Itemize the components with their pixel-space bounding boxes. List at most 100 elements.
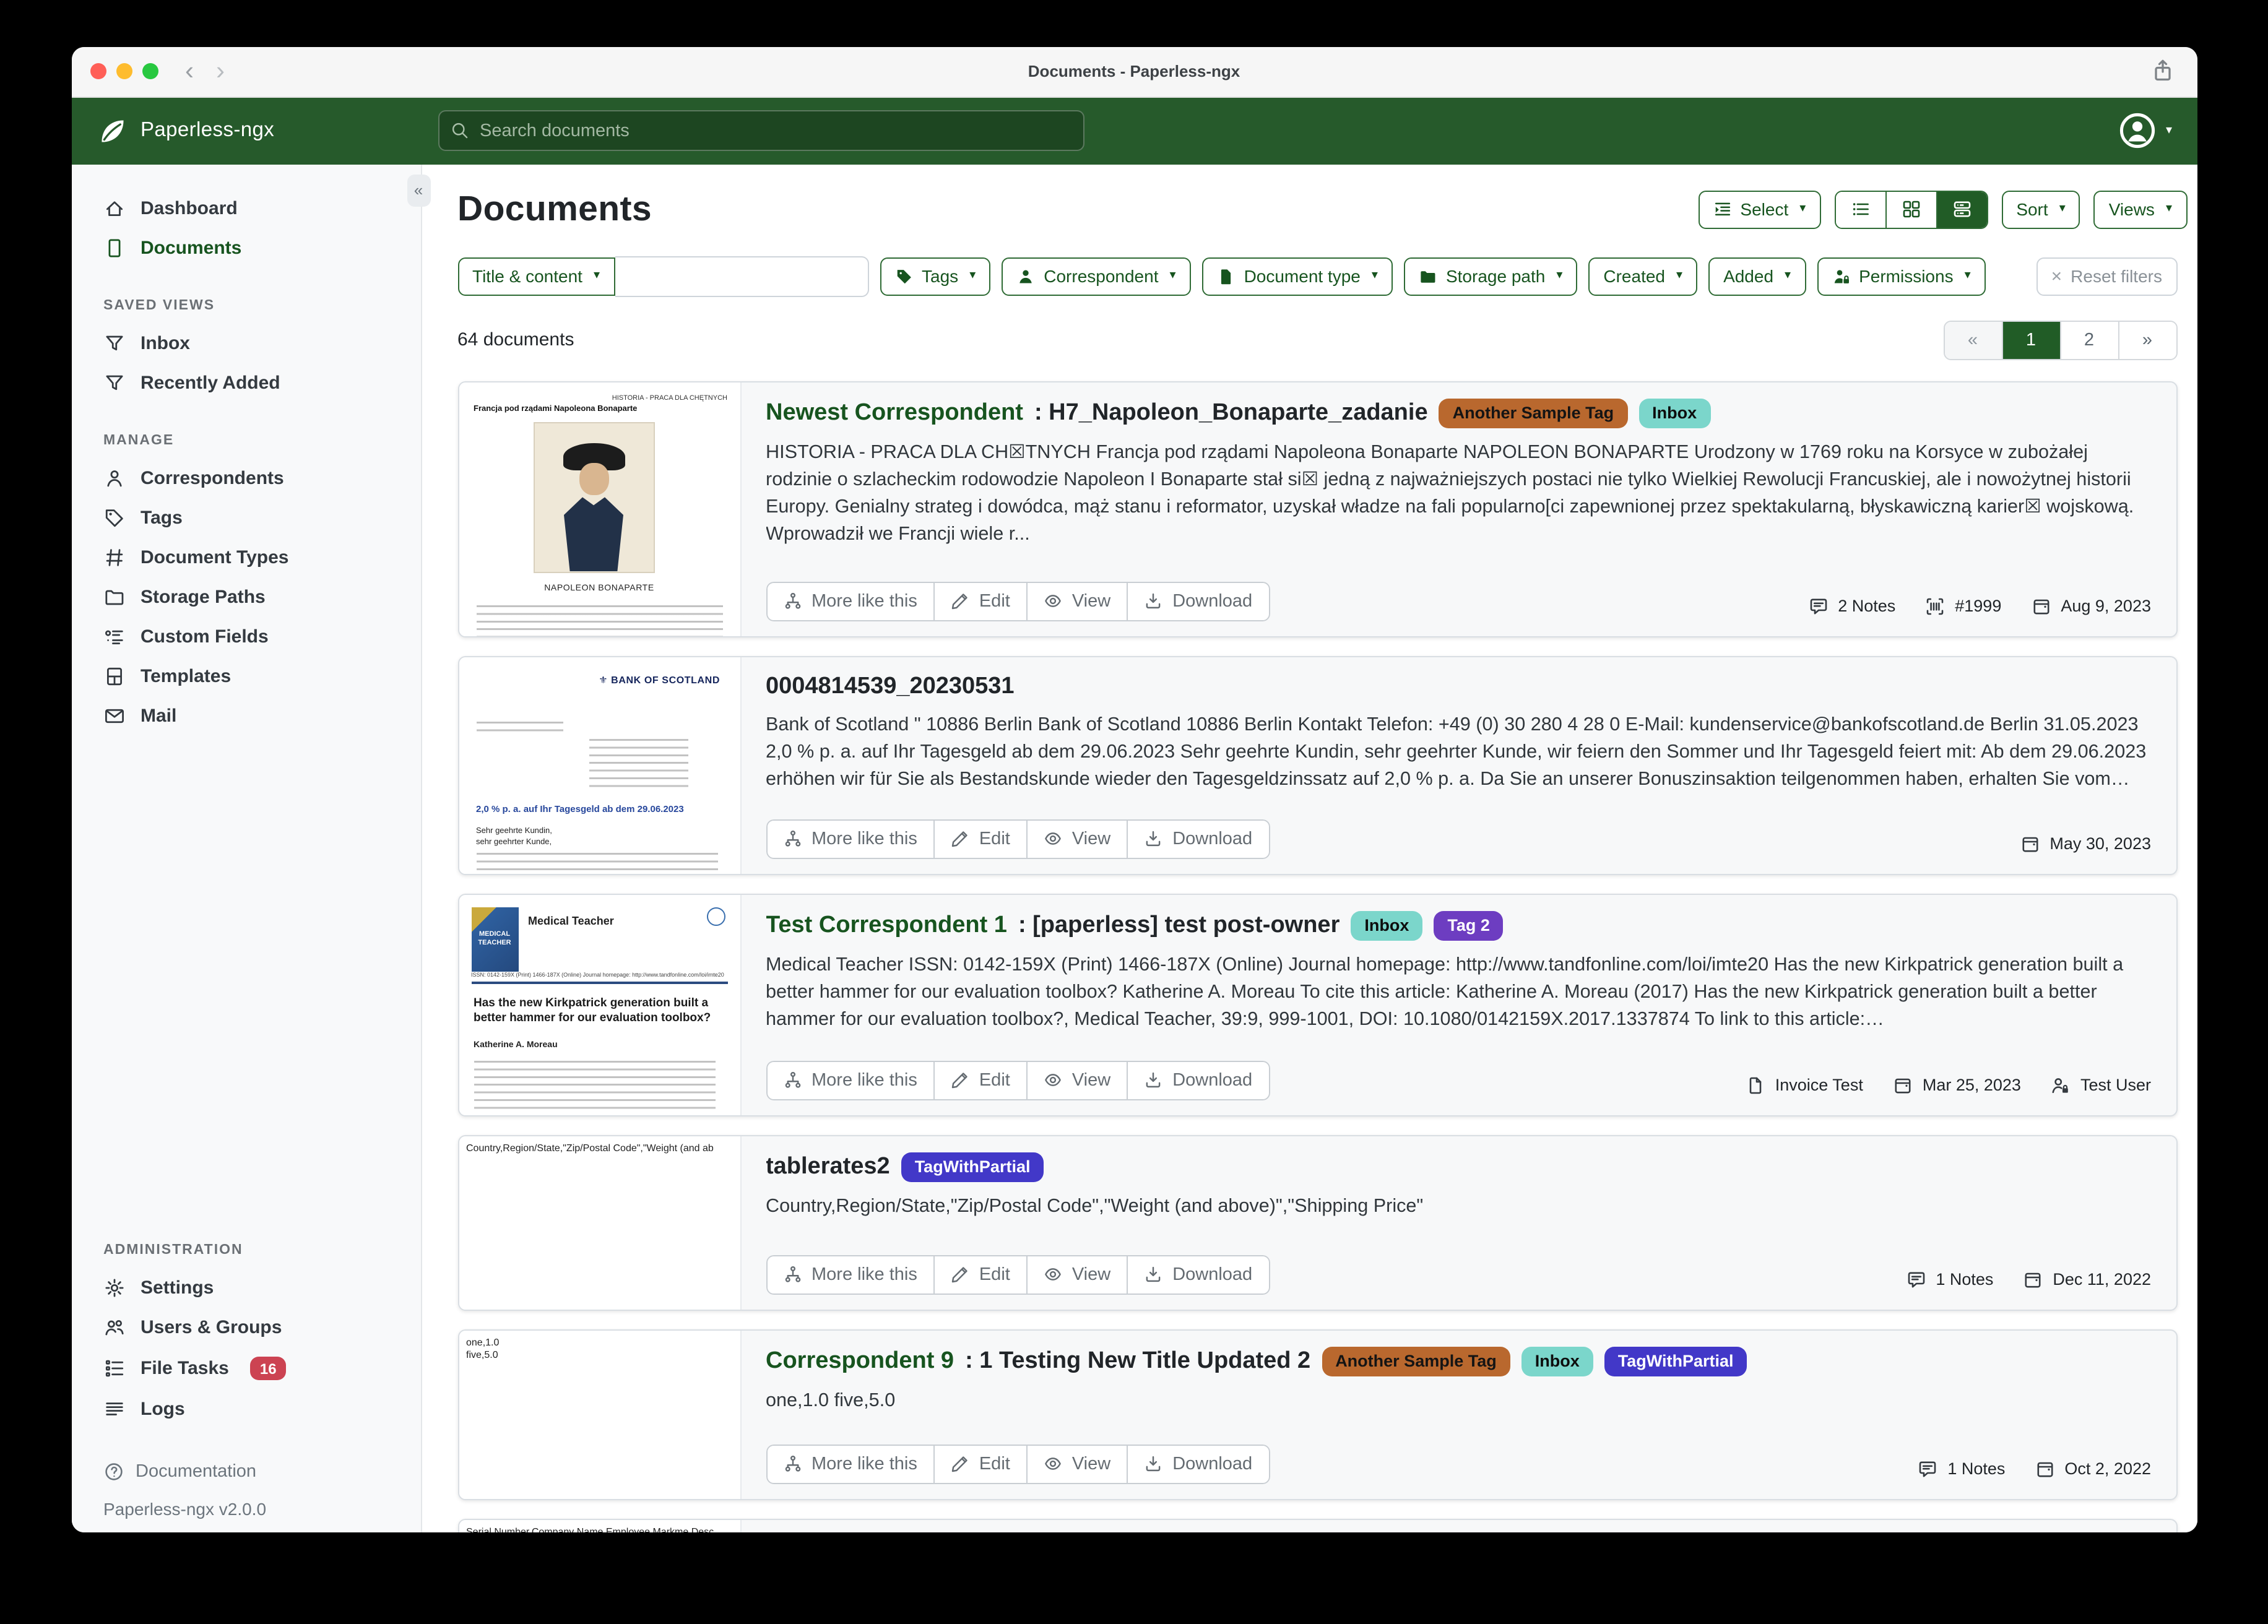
tag-inbox[interactable]: Inbox [1351, 910, 1422, 941]
documentation-link[interactable]: Documentation [103, 1461, 420, 1481]
storage-path-filter-button[interactable]: Storage path▾ [1404, 257, 1577, 295]
tag-another-sample-tag[interactable]: Another Sample Tag [1322, 1346, 1510, 1376]
document-thumbnail[interactable]: one,1.0five,5.0 [459, 1330, 741, 1498]
sidebar-item-document-types[interactable]: Document Types [103, 538, 420, 577]
notes-indicator[interactable]: 1 Notes [1906, 1269, 1993, 1289]
share-icon[interactable] [2150, 58, 2175, 82]
sidebar-item-settings[interactable]: Settings [103, 1268, 420, 1308]
brand[interactable]: Paperless-ngx [96, 114, 438, 147]
sidebar-item-tags[interactable]: Tags [103, 498, 420, 538]
more-like-this-button[interactable]: More like this [766, 1255, 935, 1294]
tag-inbox[interactable]: Inbox [1638, 398, 1710, 428]
view-button[interactable]: View [1026, 581, 1128, 621]
view-button[interactable]: View [1026, 1060, 1128, 1100]
sidebar-item-custom-fields[interactable]: Custom Fields [103, 617, 420, 657]
select-button[interactable]: Select▾ [1698, 190, 1820, 228]
document-title[interactable]: 0004814539_20230531 [766, 673, 2151, 700]
tag-tagwithpartial[interactable]: TagWithPartial [901, 1152, 1044, 1182]
sidebar-item-users-groups[interactable]: Users & Groups [103, 1308, 420, 1347]
pagination-page-1[interactable]: 1 [2001, 321, 2059, 358]
sidebar-item-recently-added[interactable]: Recently Added [103, 363, 420, 403]
reset-filters-button[interactable]: × Reset filters [2036, 257, 2177, 295]
eye-icon [1044, 592, 1062, 610]
download-button[interactable]: Download [1127, 1255, 1270, 1294]
pagination-last-button[interactable]: » [2118, 321, 2176, 358]
view-mode-list-button[interactable] [1835, 191, 1885, 227]
more-like-this-button[interactable]: More like this [766, 1444, 935, 1484]
date-indicator: Aug 9, 2023 [2031, 596, 2151, 616]
tag-another-sample-tag[interactable]: Another Sample Tag [1439, 398, 1628, 428]
title-content-filter-button[interactable]: Title & content▾ [457, 257, 615, 295]
document-thumbnail[interactable]: Serial Number,Company Name,Employee Mark… [459, 1519, 741, 1532]
global-search[interactable] [438, 110, 1084, 151]
permissions-filter-button[interactable]: Permissions▾ [1817, 257, 1986, 295]
document-card[interactable]: Serial Number,Company Name,Employee Mark… [457, 1518, 2177, 1532]
view-button[interactable]: View [1026, 1255, 1128, 1294]
sidebar-item-dashboard[interactable]: Dashboard [103, 189, 420, 228]
download-button[interactable]: Download [1127, 581, 1270, 621]
view-mode-detail-button[interactable] [1936, 191, 1986, 227]
view-button[interactable]: View [1026, 1444, 1128, 1484]
tags-filter-button[interactable]: Tags▾ [880, 257, 990, 295]
more-like-this-button[interactable]: More like this [766, 819, 935, 858]
document-title[interactable]: Test Correspondent 1: [paperless] test p… [766, 910, 2151, 941]
edit-button[interactable]: Edit [933, 1444, 1028, 1484]
document-title[interactable]: Correspondent 9: 1 Testing New Title Upd… [766, 1346, 2151, 1376]
document-title[interactable]: Newest Correspondent: H7_Napoleon_Bonapa… [766, 398, 2151, 428]
app-body: « Dashboard Documents SAVED VIEWS Inbox [71, 164, 2197, 1532]
thumbnail-caption: NAPOLEON BONAPARTE [459, 584, 740, 592]
edit-button[interactable]: Edit [933, 581, 1028, 621]
more-like-this-button[interactable]: More like this [766, 581, 935, 621]
sidebar-item-file-tasks[interactable]: File Tasks 16 [103, 1347, 420, 1389]
correspondent-filter-button[interactable]: Correspondent▾ [1002, 257, 1190, 295]
sort-button[interactable]: Sort▾ [2001, 190, 2080, 228]
added-filter-button[interactable]: Added▾ [1708, 257, 1806, 295]
views-button[interactable]: Views▾ [2094, 190, 2187, 228]
edit-button[interactable]: Edit [933, 1255, 1028, 1294]
sidebar-item-storage-paths[interactable]: Storage Paths [103, 577, 420, 617]
title-content-filter-input[interactable] [615, 256, 868, 296]
document-card[interactable]: one,1.0five,5.0 Correspondent 9: 1 Testi… [457, 1329, 2177, 1500]
sidebar-item-inbox[interactable]: Inbox [103, 324, 420, 363]
document-thumbnail[interactable]: Country,Region/State,"Zip/Postal Code","… [459, 1136, 741, 1309]
document-card[interactable]: MEDICAL TEACHER Medical Teacher ISSN: 01… [457, 893, 2177, 1116]
view-button[interactable]: View [1026, 819, 1128, 858]
sitemap-icon [783, 1071, 802, 1089]
sidebar-item-documents[interactable]: Documents [103, 228, 420, 268]
correspondent-link[interactable]: Test Correspondent 1 [766, 912, 1007, 939]
document-thumbnail[interactable]: HISTORIA - PRACA DLA CHĘTNYCH Francja po… [459, 382, 741, 636]
notes-indicator[interactable]: 1 Notes [1918, 1459, 2005, 1479]
document-card[interactable]: ⚜ BANK OF SCOTLAND 2,0 % p. a. auf Ihr T… [457, 655, 2177, 875]
sidebar-item-correspondents[interactable]: Correspondents [103, 459, 420, 498]
tag-tag-2[interactable]: Tag 2 [1434, 910, 1504, 941]
document-card[interactable]: Country,Region/State,"Zip/Postal Code","… [457, 1134, 2177, 1310]
created-filter-button[interactable]: Created▾ [1588, 257, 1697, 295]
tag-tagwithpartial[interactable]: TagWithPartial [1604, 1346, 1747, 1376]
download-button[interactable]: Download [1127, 819, 1270, 858]
sidebar-item-mail[interactable]: Mail [103, 696, 420, 736]
document-title[interactable]: tablerates2 TagWithPartial [766, 1152, 2151, 1182]
sidebar-item-templates[interactable]: Templates [103, 657, 420, 696]
document-type-filter-button[interactable]: Document type▾ [1202, 257, 1393, 295]
search-input[interactable] [477, 119, 1071, 142]
card-metadata: 1 Notes Dec 11, 2022 [1906, 1269, 2151, 1294]
edit-button[interactable]: Edit [933, 819, 1028, 858]
document-thumbnail[interactable]: ⚜ BANK OF SCOTLAND 2,0 % p. a. auf Ihr T… [459, 657, 741, 873]
notes-indicator[interactable]: 2 Notes [1808, 596, 1895, 616]
thumbnail-csv-line: Country,Region/State,"Zip/Postal Code","… [466, 1142, 737, 1154]
document-card[interactable]: HISTORIA - PRACA DLA CHĘTNYCH Francja po… [457, 381, 2177, 637]
pagination-first-button[interactable]: « [1944, 321, 2001, 358]
edit-button[interactable]: Edit [933, 1060, 1028, 1100]
correspondent-link[interactable]: Correspondent 9 [766, 1348, 954, 1375]
more-like-this-button[interactable]: More like this [766, 1060, 935, 1100]
pagination-page-2[interactable]: 2 [2059, 321, 2118, 358]
user-menu[interactable]: ▾ [2119, 111, 2172, 150]
correspondent-link[interactable]: Newest Correspondent [766, 400, 1023, 427]
download-button[interactable]: Download [1127, 1444, 1270, 1484]
sidebar-collapse-button[interactable]: « [407, 174, 430, 206]
tag-inbox[interactable]: Inbox [1521, 1346, 1593, 1376]
download-button[interactable]: Download [1127, 1060, 1270, 1100]
sidebar-item-logs[interactable]: Logs [103, 1389, 420, 1429]
view-mode-grid-button[interactable] [1885, 191, 1936, 227]
document-thumbnail[interactable]: MEDICAL TEACHER Medical Teacher ISSN: 01… [459, 894, 741, 1115]
